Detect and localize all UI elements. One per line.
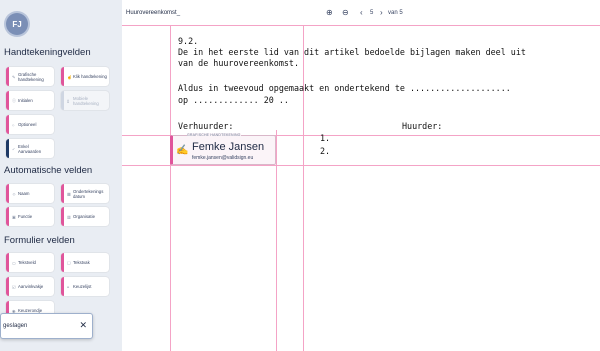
signature-icon: ✎ [12,74,16,79]
field-name[interactable]: ☺ Naam [6,184,54,203]
landlord-label: Verhuurder: [178,121,234,131]
guide-line-vertical [170,25,171,351]
signer-name: Femke Jansen [192,141,265,153]
doc-line: De in het eerste lid van dit artikel bed… [178,47,526,57]
document-viewer: Huurovereenkomst_ ⊕ ⊖ ‹ 5 › van 5 9.2. D… [122,0,600,351]
field-organisation[interactable]: ▥ Organisatie [61,207,109,226]
doc-line: op ............. 20 .. [178,95,289,105]
field-label: Tekstveld [18,260,36,265]
field-mobile-signature: ▯ Mobiele handtekening [61,91,109,110]
field-function[interactable]: ▣ Functie [6,207,54,226]
field-label: Grafische handtekening [18,71,44,82]
chevron-right-icon[interactable]: › [380,8,383,17]
avatar[interactable]: FJ [6,13,28,35]
field-label: Aanvinkvakje [18,284,44,289]
mobile-icon: ▯ [67,98,70,103]
field-listbox[interactable]: ≡ Keuzelijst [61,277,109,296]
field-label: Klik handtekening [73,74,107,79]
page-total: van 5 [388,10,403,16]
field-label: Enkel Aanvaarden [18,143,42,154]
field-label: Functie [18,214,33,219]
toast-notification: geslagen ✕ [0,313,93,339]
initials-icon: Ⓘ [12,97,16,103]
field-label: Naam [18,191,30,196]
chevron-left-icon[interactable]: ‹ [360,8,363,17]
signature-icon: ✍ [176,145,189,156]
page-number[interactable]: 5 [370,10,373,16]
field-label: Ondertekenings datum [73,188,104,199]
field-optional[interactable]: ○ Optioneel [6,115,54,134]
briefcase-icon: ▣ [12,214,16,219]
toast-message: geslagen [3,323,28,329]
field-textfield[interactable]: ▭ Tekstveld [6,253,54,272]
tenant-label: Huurder: [402,121,443,131]
field-label: Mobiele handtekening [73,95,99,106]
field-label: Organisatie [73,214,95,219]
document-toolbar: Huurovereenkomst_ ⊕ ⊖ ‹ 5 › van 5 [122,7,600,21]
doc-line: Aldus in tweevoud opgemaakt en onderteke… [178,83,511,93]
zoom-in-icon[interactable]: ⊕ [326,8,333,17]
section-title-form: Formulier velden [4,235,75,246]
field-accept-only[interactable]: ✓ Enkel Aanvaarden [6,139,54,158]
guide-line-horizontal [122,25,600,26]
doc-line: van de huurovereenkomst. [178,58,300,68]
signature-field-tag: GRAFISCHE HANDTEKENING [187,133,241,137]
checkbox-icon: ☑ [12,284,16,289]
field-label: Optioneel [18,122,37,127]
textfield-icon: ▭ [12,260,16,265]
textbox-icon: ☐ [67,260,71,265]
close-icon[interactable]: ✕ [79,320,87,331]
field-signing-date[interactable]: ▦ Ondertekenings datum [61,184,109,203]
field-click-signature[interactable]: ☝ Klik handtekening [61,67,109,86]
document-title: Huurovereenkomst_ [126,10,181,16]
signature-field-placed[interactable]: GRAFISCHE HANDTEKENING ✍ Femke Jansen fe… [170,133,276,165]
section-title-signature: Handtekeningvelden [4,47,91,58]
accept-icon: ✓ [12,146,16,151]
zoom-out-icon[interactable]: ⊖ [342,8,349,17]
field-graphic-signature[interactable]: ✎ Grafische handtekening [6,67,54,86]
person-icon: ☺ [12,191,17,196]
guide-line-vertical [276,130,277,351]
guide-line-horizontal [122,165,600,166]
calendar-icon: ▦ [67,191,71,196]
signer-email: femke.jansen@validsign.eu [192,155,254,161]
tenant-line-1: 1. [320,133,331,143]
field-checkbox[interactable]: ☑ Aanvinkvakje [6,277,54,296]
field-initials[interactable]: Ⓘ Initialen [6,91,54,110]
tenant-line-2: 2. [320,146,331,156]
field-textbox[interactable]: ☐ Tekstvak [61,253,109,272]
field-label: Initialen [18,98,33,103]
building-icon: ▥ [67,214,71,219]
list-icon: ≡ [67,284,70,289]
guide-line-vertical [303,25,304,351]
field-label: Tekstvak [73,260,90,265]
section-title-automatic: Automatische velden [4,165,93,176]
click-icon: ☝ [67,74,72,79]
field-label: Keuzelijst [73,284,92,289]
optional-icon: ○ [12,122,15,127]
doc-line: 9.2. [178,36,199,46]
sidebar: FJ Handtekeningvelden ✎ Grafische handte… [0,0,122,351]
